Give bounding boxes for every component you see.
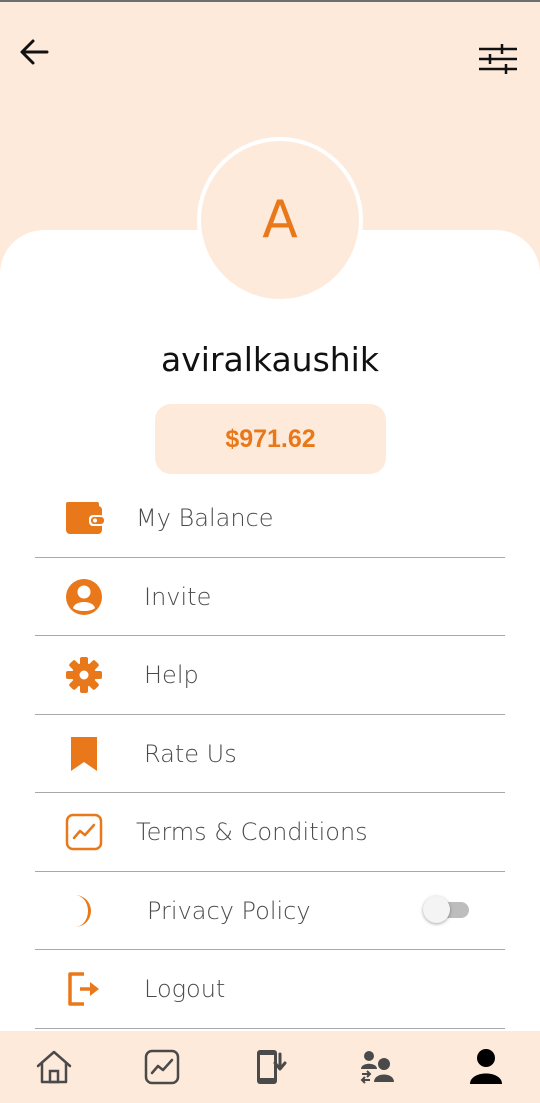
home-icon <box>36 1050 72 1084</box>
settings-menu: My Balance Invite Help Rate Us Terms & C… <box>35 479 505 1029</box>
nav-home[interactable] <box>32 1045 76 1089</box>
menu-item-label: Logout <box>144 975 226 1003</box>
menu-item-my-balance[interactable]: My Balance <box>35 479 505 558</box>
filter-button[interactable] <box>476 40 520 78</box>
balance-badge: $971.62 <box>155 404 386 474</box>
bottom-nav <box>0 1031 540 1103</box>
menu-item-label: Invite <box>144 582 212 611</box>
phone-download-icon <box>257 1050 287 1084</box>
menu-item-label: Privacy Policy <box>147 896 311 925</box>
nav-referrals[interactable] <box>355 1045 399 1089</box>
menu-item-label: Rate Us <box>144 739 237 768</box>
menu-item-rate-us[interactable]: Rate Us <box>35 715 505 793</box>
avatar-letter: A <box>262 190 298 250</box>
nav-deposit[interactable] <box>249 1045 293 1089</box>
username: aviralkaushik <box>161 340 379 379</box>
menu-item-logout[interactable]: Logout <box>35 950 505 1029</box>
menu-item-invite[interactable]: Invite <box>35 558 505 636</box>
moon-icon <box>63 892 105 930</box>
toggle-knob <box>423 895 450 923</box>
menu-item-label: My Balance <box>136 504 274 532</box>
gear-icon <box>63 656 105 694</box>
user-circle-icon <box>63 578 105 616</box>
menu-item-label: Help <box>144 661 199 689</box>
menu-item-privacy-policy[interactable]: Privacy Policy <box>35 872 505 950</box>
nav-profile[interactable] <box>464 1045 508 1089</box>
profile-icon <box>470 1049 502 1084</box>
menu-item-terms[interactable]: Terms & Conditions <box>35 793 505 872</box>
menu-item-help[interactable]: Help <box>35 636 505 715</box>
wallet-icon <box>63 499 105 537</box>
bookmark-icon <box>63 735 105 773</box>
chart-line-icon <box>63 813 105 851</box>
users-transfer-icon <box>360 1051 394 1084</box>
avatar[interactable]: A <box>197 137 363 303</box>
menu-item-label: Terms & Conditions <box>136 818 368 846</box>
nav-stats[interactable] <box>140 1045 184 1089</box>
sliders-icon <box>479 44 517 74</box>
arrow-left-icon <box>20 39 49 65</box>
back-button[interactable] <box>16 34 52 70</box>
chart-line-icon <box>144 1049 180 1085</box>
privacy-toggle[interactable] <box>423 895 469 923</box>
logout-icon <box>63 970 105 1008</box>
